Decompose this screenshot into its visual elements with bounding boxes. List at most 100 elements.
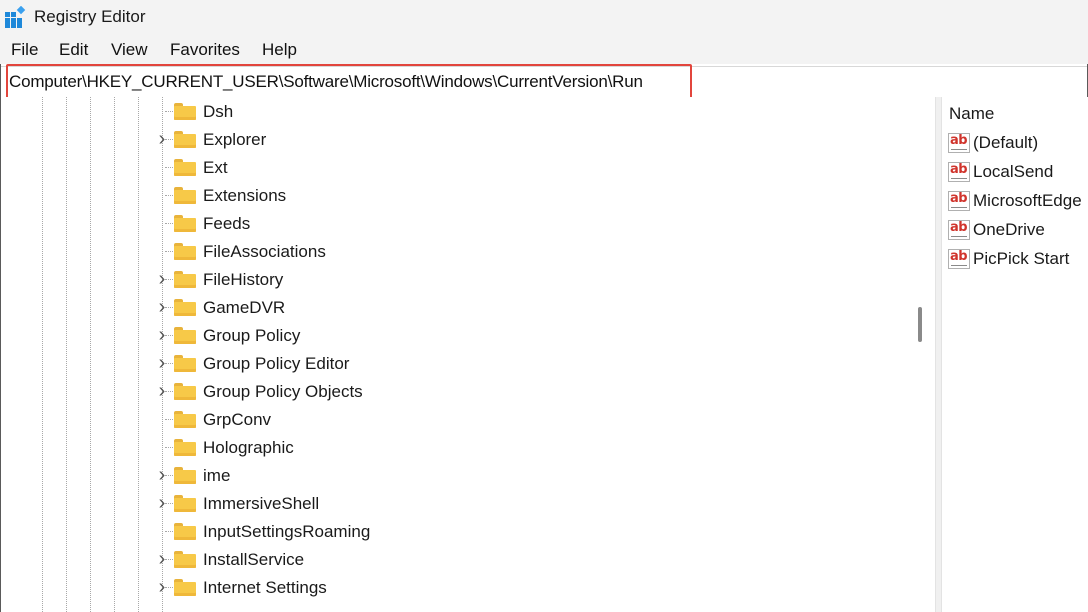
tree-scrollbar-thumb[interactable] bbox=[918, 307, 922, 342]
expand-chevron-icon[interactable]: › bbox=[155, 353, 169, 373]
tree-item-label: ImmersiveShell bbox=[203, 494, 320, 513]
tree-item[interactable]: GrpConv bbox=[1, 406, 901, 434]
folder-icon bbox=[174, 131, 196, 148]
tree-item-label: Ext bbox=[203, 158, 228, 177]
tree-item[interactable]: › Explorer bbox=[1, 126, 901, 154]
folder-icon bbox=[174, 243, 196, 260]
tree-item[interactable]: InputSettingsRoaming bbox=[1, 518, 901, 546]
expand-chevron-icon[interactable]: › bbox=[155, 297, 169, 317]
pane-splitter[interactable] bbox=[935, 97, 942, 612]
tree-item-label: ime bbox=[203, 466, 231, 485]
menu-view[interactable]: View bbox=[111, 40, 148, 60]
folder-icon bbox=[174, 467, 196, 484]
folder-icon bbox=[174, 327, 196, 344]
folder-icon bbox=[174, 215, 196, 232]
registry-key-tree[interactable]: Dsh › Explorer Ext Extensions Feeds FileAssoci… bbox=[1, 97, 935, 612]
expand-chevron-icon[interactable]: › bbox=[155, 381, 169, 401]
tree-item-label: GrpConv bbox=[203, 410, 272, 429]
value-row[interactable]: ab PicPick Start bbox=[946, 245, 1088, 273]
menu-file[interactable]: File bbox=[11, 40, 38, 60]
tree-item-label: Dsh bbox=[203, 102, 234, 121]
folder-icon bbox=[174, 523, 196, 540]
expand-chevron-icon[interactable]: › bbox=[155, 493, 169, 513]
value-name: PicPick Start bbox=[973, 249, 1070, 268]
folder-icon bbox=[174, 355, 196, 372]
tree-item[interactable]: Extensions bbox=[1, 182, 901, 210]
title-bar[interactable]: Registry Editor bbox=[0, 0, 1088, 36]
folder-icon bbox=[174, 271, 196, 288]
address-highlight-box bbox=[6, 64, 692, 99]
tree-item[interactable]: › ime bbox=[1, 462, 901, 490]
folder-icon bbox=[174, 411, 196, 428]
value-row[interactable]: ab MicrosoftEdge bbox=[946, 187, 1088, 215]
folder-icon bbox=[174, 551, 196, 568]
registry-editor-app-icon bbox=[5, 6, 26, 28]
value-name: MicrosoftEdge bbox=[973, 191, 1082, 210]
tree-item-label: Extensions bbox=[203, 186, 287, 205]
folder-icon bbox=[174, 439, 196, 456]
folder-icon bbox=[174, 187, 196, 204]
folder-icon bbox=[174, 579, 196, 596]
expand-chevron-icon[interactable]: › bbox=[155, 325, 169, 345]
menu-favorites[interactable]: Favorites bbox=[170, 40, 240, 60]
value-name: (Default) bbox=[973, 133, 1039, 152]
tree-item-label: FileHistory bbox=[203, 270, 284, 289]
tree-item-label: Group Policy bbox=[203, 326, 301, 345]
expand-chevron-icon[interactable]: › bbox=[155, 129, 169, 149]
folder-icon bbox=[174, 383, 196, 400]
tree-item-label: GameDVR bbox=[203, 298, 286, 317]
expand-chevron-icon[interactable]: › bbox=[155, 577, 169, 597]
expand-chevron-icon[interactable]: › bbox=[155, 465, 169, 485]
tree-connector bbox=[165, 223, 173, 224]
tree-item-label: Holographic bbox=[203, 438, 294, 457]
tree-connector bbox=[165, 251, 173, 252]
tree-item-label: Group Policy Editor bbox=[203, 354, 350, 373]
tree-item[interactable]: › FileHistory bbox=[1, 266, 901, 294]
string-value-icon: ab bbox=[948, 191, 970, 211]
tree-connector bbox=[165, 447, 173, 448]
tree-item[interactable]: › Internet Settings bbox=[1, 574, 901, 602]
expand-chevron-icon[interactable]: › bbox=[155, 269, 169, 289]
folder-icon bbox=[174, 299, 196, 316]
folder-icon bbox=[174, 495, 196, 512]
value-row[interactable]: ab OneDrive bbox=[946, 216, 1088, 244]
column-header-name[interactable]: Name bbox=[949, 104, 994, 124]
string-value-icon: ab bbox=[948, 220, 970, 240]
tree-item-label: FileAssociations bbox=[203, 242, 326, 261]
tree-item[interactable]: FileAssociations bbox=[1, 238, 901, 266]
tree-scrollbar[interactable] bbox=[908, 97, 934, 612]
tree-item[interactable]: › InstallService bbox=[1, 546, 901, 574]
tree-item-label: InstallService bbox=[203, 550, 305, 569]
tree-item-label: Internet Settings bbox=[203, 578, 327, 597]
value-name: LocalSend bbox=[973, 162, 1054, 181]
tree-item[interactable]: › GameDVR bbox=[1, 294, 901, 322]
tree-item[interactable]: › ImmersiveShell bbox=[1, 490, 901, 518]
values-pane[interactable]: Name ab (Default) ab LocalSend ab MicrosoftEd… bbox=[942, 97, 1088, 612]
value-row[interactable]: ab (Default) bbox=[946, 129, 1088, 157]
folder-icon bbox=[174, 159, 196, 176]
tree-connector bbox=[165, 111, 173, 112]
value-row[interactable]: ab LocalSend bbox=[946, 158, 1088, 186]
tree-connector bbox=[165, 419, 173, 420]
expand-chevron-icon[interactable]: › bbox=[155, 549, 169, 569]
tree-item[interactable]: › Group Policy Editor bbox=[1, 350, 901, 378]
tree-item-label: InputSettingsRoaming bbox=[203, 522, 371, 541]
string-value-icon: ab bbox=[948, 162, 970, 182]
string-value-icon: ab bbox=[948, 133, 970, 153]
tree-item[interactable]: › Group Policy Objects bbox=[1, 378, 901, 406]
tree-item-label: Feeds bbox=[203, 214, 251, 233]
menu-edit[interactable]: Edit bbox=[59, 40, 88, 60]
window-title: Registry Editor bbox=[34, 7, 146, 26]
tree-item[interactable]: Holographic bbox=[1, 434, 901, 462]
value-name: OneDrive bbox=[973, 220, 1045, 239]
tree-item[interactable]: Ext bbox=[1, 154, 901, 182]
tree-item-label: Explorer bbox=[203, 130, 267, 149]
tree-item[interactable]: › Group Policy bbox=[1, 322, 901, 350]
tree-item[interactable]: Feeds bbox=[1, 210, 901, 238]
tree-connector bbox=[165, 531, 173, 532]
menu-help[interactable]: Help bbox=[262, 40, 297, 60]
tree-item[interactable]: Dsh bbox=[1, 98, 901, 126]
string-value-icon: ab bbox=[948, 249, 970, 269]
menu-bar: File Edit View Favorites Help bbox=[0, 36, 1088, 64]
tree-connector bbox=[165, 195, 173, 196]
